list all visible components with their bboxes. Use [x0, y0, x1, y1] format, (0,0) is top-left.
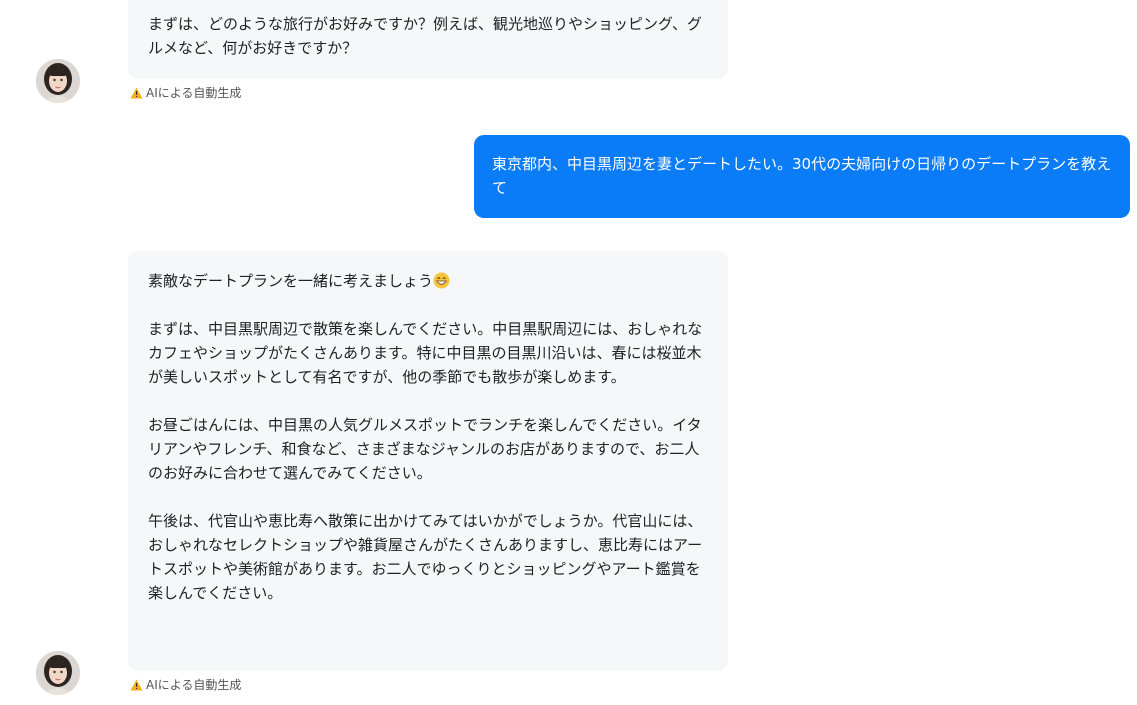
avatar[interactable]	[36, 651, 80, 695]
warning-icon	[130, 87, 143, 99]
ai-message-paragraph: 午後は、代官山や恵比寿へ散策に出かけてみてはいかがでしょうか。代官山には、おしゃ…	[148, 512, 703, 602]
ai-message-bubble: 素敵なデートプランを一緒に考えましょう まずは、中目黒駅周辺で散策を楽しんでくだ…	[128, 251, 728, 671]
ai-message-paragraph: まずは、中目黒駅周辺で散策を楽しんでください。中目黒駅周辺には、おしゃれなカフェ…	[148, 320, 703, 386]
avatar[interactable]	[36, 59, 80, 103]
ai-generated-notice-text: AIによる自動生成	[146, 678, 242, 692]
ai-generated-notice: AIによる自動生成	[130, 85, 241, 101]
ai-generated-notice-text: AIによる自動生成	[146, 86, 242, 100]
ai-generated-notice: AIによる自動生成	[130, 677, 241, 693]
user-message-text: 東京都内、中目黒周辺を妻とデートしたい。30代の夫婦向けの日帰りのデートプランを…	[492, 155, 1112, 197]
smiling-face-icon	[433, 272, 450, 289]
ai-message-paragraph: お昼ごはんには、中目黒の人気グルメスポットでランチを楽しんでください。イタリアン…	[148, 416, 702, 482]
ai-message-bubble: まずは、どのような旅行がお好みですか？例えば、観光地巡りやショッピング、グルメな…	[128, 0, 728, 79]
ai-message-text: まずは、どのような旅行がお好みですか？例えば、観光地巡りやショッピング、グルメな…	[148, 15, 702, 57]
warning-icon	[130, 679, 143, 691]
chat-thread: まずは、どのような旅行がお好みですか？例えば、観光地巡りやショッピング、グルメな…	[0, 0, 1137, 705]
ai-message-intro: 素敵なデートプランを一緒に考えましょう	[148, 269, 708, 293]
avatar-portrait-icon	[36, 651, 80, 695]
user-message-bubble: 東京都内、中目黒周辺を妻とデートしたい。30代の夫婦向けの日帰りのデートプランを…	[474, 135, 1130, 218]
ai-message-intro-text: 素敵なデートプランを一緒に考えましょう	[148, 272, 434, 290]
avatar-portrait-icon	[36, 59, 80, 103]
